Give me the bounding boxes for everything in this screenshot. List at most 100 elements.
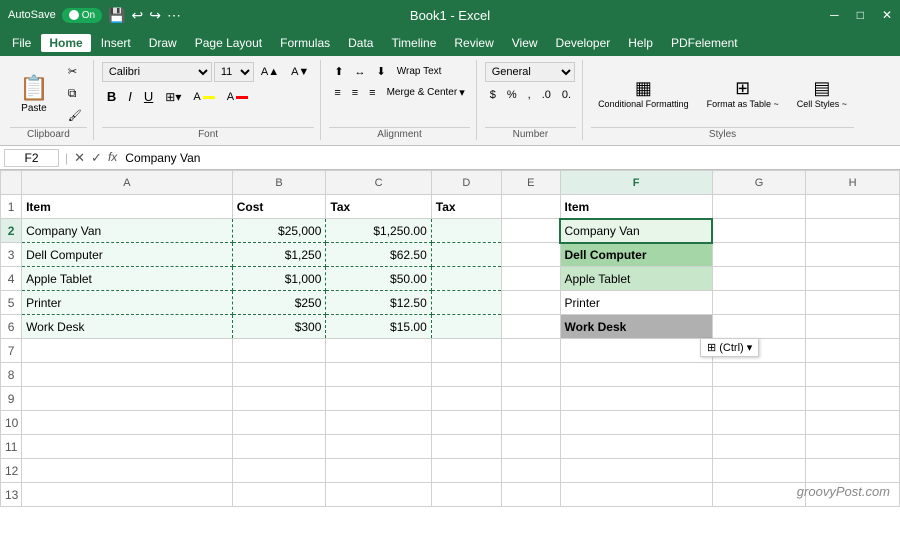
cell-E13[interactable] — [501, 483, 560, 507]
cell-D3[interactable] — [431, 243, 501, 267]
cell-F12[interactable] — [560, 459, 712, 483]
cell-B7[interactable] — [232, 339, 326, 363]
cell-H1[interactable] — [806, 195, 900, 219]
cell-A5[interactable]: Printer — [22, 291, 233, 315]
menu-pdfelement[interactable]: PDFelement — [663, 34, 746, 52]
cell-E3[interactable] — [501, 243, 560, 267]
cell-F10[interactable] — [560, 411, 712, 435]
cell-H2[interactable] — [806, 219, 900, 243]
cell-G1[interactable] — [712, 195, 806, 219]
wrap-text-button[interactable]: Wrap Text — [392, 62, 447, 81]
align-bottom-button[interactable]: ⬇ — [372, 62, 391, 81]
cell-H9[interactable] — [806, 387, 900, 411]
align-left-button[interactable]: ≡ — [329, 83, 345, 102]
undo-icon[interactable]: ↩ — [131, 7, 143, 24]
cell-A6[interactable]: Work Desk — [22, 315, 233, 339]
cell-G5[interactable] — [712, 291, 806, 315]
comma-button[interactable]: , — [523, 86, 536, 104]
cell-G2[interactable] — [712, 219, 806, 243]
cell-B5[interactable]: $250 — [232, 291, 326, 315]
menu-insert[interactable]: Insert — [93, 34, 139, 52]
cell-H10[interactable] — [806, 411, 900, 435]
align-right-button[interactable]: ≡ — [364, 83, 380, 102]
cell-H3[interactable] — [806, 243, 900, 267]
cell-D5[interactable] — [431, 291, 501, 315]
cell-B8[interactable] — [232, 363, 326, 387]
cell-D2[interactable] — [431, 219, 501, 243]
cell-G11[interactable] — [712, 435, 806, 459]
col-header-F[interactable]: F — [560, 171, 712, 195]
cell-E11[interactable] — [501, 435, 560, 459]
col-header-D[interactable]: D — [431, 171, 501, 195]
cell-G13[interactable] — [712, 483, 806, 507]
cell-G10[interactable] — [712, 411, 806, 435]
cell-G4[interactable] — [712, 267, 806, 291]
cell-D7[interactable] — [431, 339, 501, 363]
cell-D13[interactable] — [431, 483, 501, 507]
cell-A3[interactable]: Dell Computer — [22, 243, 233, 267]
cell-D6[interactable] — [431, 315, 501, 339]
cell-C8[interactable] — [326, 363, 431, 387]
paste-options-tooltip[interactable]: ⊞ (Ctrl) ▾ — [700, 338, 759, 357]
paste-button[interactable]: 📋 Paste — [10, 69, 58, 119]
cut-button[interactable]: ✂ — [63, 62, 87, 81]
col-header-C[interactable]: C — [326, 171, 431, 195]
col-header-A[interactable]: A — [22, 171, 233, 195]
cell-H12[interactable] — [806, 459, 900, 483]
cell-D12[interactable] — [431, 459, 501, 483]
cell-F3[interactable]: Dell Computer — [560, 243, 712, 267]
cell-B13[interactable] — [232, 483, 326, 507]
cell-H4[interactable] — [806, 267, 900, 291]
cell-E8[interactable] — [501, 363, 560, 387]
cell-B1[interactable]: Cost — [232, 195, 326, 219]
cell-A11[interactable] — [22, 435, 233, 459]
font-name-select[interactable]: Calibri — [102, 62, 212, 82]
cell-G3[interactable] — [712, 243, 806, 267]
col-header-E[interactable]: E — [501, 171, 560, 195]
menu-formulas[interactable]: Formulas — [272, 34, 338, 52]
cell-G9[interactable] — [712, 387, 806, 411]
cell-E2[interactable] — [501, 219, 560, 243]
cell-F4[interactable]: Apple Tablet — [560, 267, 712, 291]
cell-H11[interactable] — [806, 435, 900, 459]
format-as-table-button[interactable]: ⊞ Format as Table ~ — [700, 62, 786, 125]
cell-B4[interactable]: $1,000 — [232, 267, 326, 291]
menu-page-layout[interactable]: Page Layout — [187, 34, 270, 52]
merge-center-button[interactable]: Merge & Center ▾ — [382, 83, 470, 102]
cell-C11[interactable] — [326, 435, 431, 459]
cell-D11[interactable] — [431, 435, 501, 459]
cell-ref-box[interactable]: F2 — [4, 149, 59, 167]
percent-button[interactable]: % — [502, 86, 522, 104]
font-color-button[interactable]: A — [222, 88, 253, 106]
cell-F1[interactable]: Item — [560, 195, 712, 219]
cell-A10[interactable] — [22, 411, 233, 435]
cell-E1[interactable] — [501, 195, 560, 219]
cell-E6[interactable] — [501, 315, 560, 339]
format-painter-button[interactable]: 🖌 — [63, 106, 87, 125]
font-grow-button[interactable]: A▲ — [256, 63, 284, 81]
align-middle-button[interactable]: ↔ — [350, 62, 371, 81]
cell-C10[interactable] — [326, 411, 431, 435]
fill-color-button[interactable]: A — [188, 88, 219, 106]
more-icon[interactable]: ⋯ — [167, 7, 181, 24]
cell-styles-button[interactable]: ▤ Cell Styles ~ — [790, 62, 854, 125]
cell-H5[interactable] — [806, 291, 900, 315]
cell-A2[interactable]: Company Van — [22, 219, 233, 243]
increase-decimal-button[interactable]: .0 — [537, 86, 556, 104]
copy-button[interactable]: ⧉ — [63, 83, 87, 104]
align-center-button[interactable]: ≡ — [347, 83, 363, 102]
cell-E7[interactable] — [501, 339, 560, 363]
cell-C13[interactable] — [326, 483, 431, 507]
cell-C5[interactable]: $12.50 — [326, 291, 431, 315]
currency-button[interactable]: $ — [485, 86, 501, 104]
font-shrink-button[interactable]: A▼ — [286, 63, 314, 81]
underline-button[interactable]: U — [139, 86, 158, 107]
formula-input[interactable] — [121, 151, 896, 165]
insert-function-icon[interactable]: fx — [108, 150, 117, 166]
col-header-G[interactable]: G — [712, 171, 806, 195]
cell-A9[interactable] — [22, 387, 233, 411]
close-icon[interactable]: ✕ — [882, 8, 892, 22]
cell-D9[interactable] — [431, 387, 501, 411]
maximize-icon[interactable]: □ — [857, 8, 864, 22]
menu-draw[interactable]: Draw — [141, 34, 185, 52]
